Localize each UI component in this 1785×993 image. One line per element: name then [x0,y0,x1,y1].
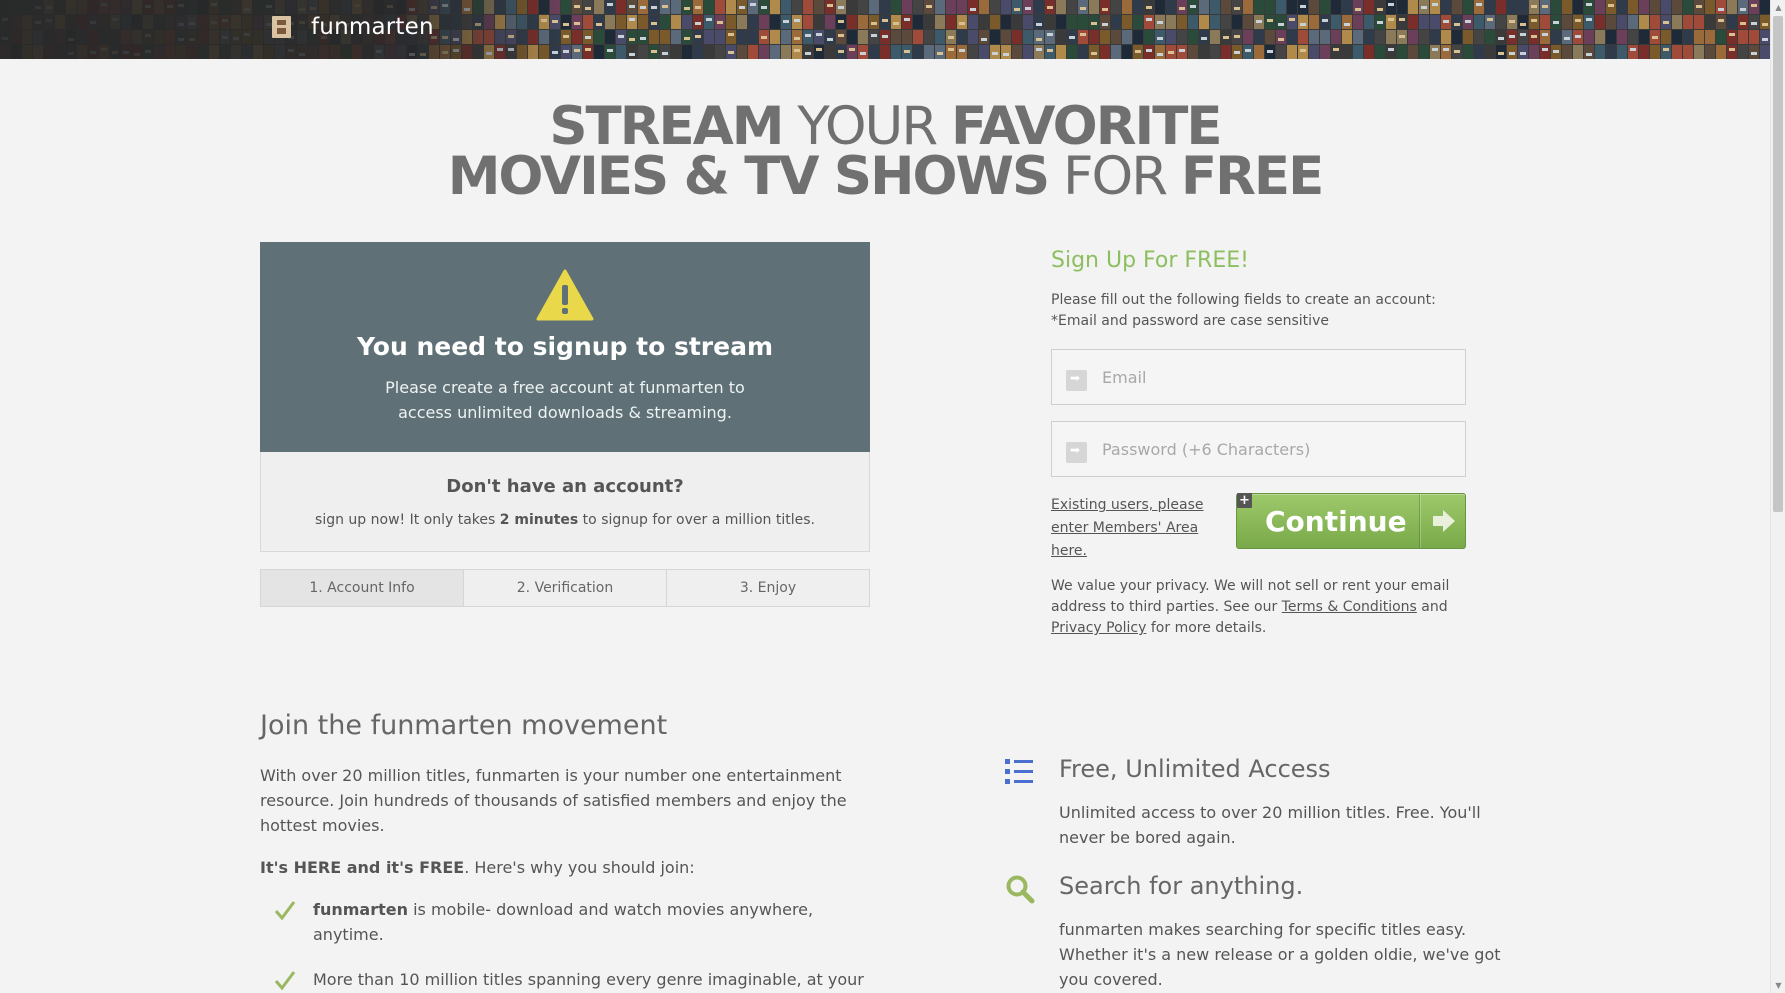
hero-line-1: STREAM YOUR FAVORITE [0,100,1770,153]
feature-desc: Unlimited access to over 20 million titl… [1059,803,1481,847]
site-header: funmarten [0,0,1770,59]
list-item-text: More than 10 million titles spanning eve… [313,970,864,989]
no-account-heading: Don't have an account? [446,476,684,497]
password-input[interactable] [1102,422,1462,476]
arrow-right-icon [1066,442,1087,463]
page-scrollbar[interactable]: ▲ ▼ [1770,0,1785,993]
list-item: funmarten is mobile- download and watch … [260,897,880,947]
warning-icon [536,269,594,321]
step-account-info: 1. Account Info [261,570,464,606]
scroll-down-arrow-icon[interactable]: ▼ [1771,978,1785,993]
scroll-up-arrow-icon[interactable]: ▲ [1771,0,1785,15]
feature-title: Free, Unlimited Access [1059,755,1331,783]
features-list: Free, Unlimited Access Unlimited access … [1005,755,1525,992]
hero-headline: STREAM YOUR FAVORITE MOVIES & TV SHOWS F… [0,100,1770,203]
signup-steps: 1. Account Info 2. Verification 3. Enjoy [260,569,870,607]
signup-title: Sign Up For FREE! [1051,248,1249,273]
site-logo[interactable]: funmarten [272,14,434,40]
email-field-box [1051,349,1466,405]
step-enjoy: 3. Enjoy [739,580,797,596]
signup-now-pre: sign up now! It only takes [315,512,500,528]
why-join-rest: . Here's why you should join: [464,858,695,877]
step-verification: 2. Verification [464,570,667,606]
privacy-note: We value your privacy. We will not sell … [1051,576,1466,639]
arrow-right-icon [1066,370,1087,391]
hero-line-2: MOVIES & TV SHOWS FOR FREE [0,150,1770,203]
privacy-and: and [1416,599,1448,615]
checkmark-icon [274,971,296,991]
password-field-box [1051,421,1466,477]
scrollbar-thumb[interactable] [1773,16,1783,512]
feature-title: Search for anything. [1059,872,1304,900]
why-join-bold: It's HERE and it's FREE [260,858,465,877]
hero-word-movies: MOVIES & TV SHOWS [447,146,1050,207]
arrow-right-icon [1419,494,1465,548]
film-reel-icon [272,16,291,38]
signup-now-bold: 2 minutes [499,512,579,528]
hero-word-free: FREE [1180,146,1324,207]
signup-now-post: to signup for over a million titles. [578,512,815,528]
join-section: Join the funmarten movement With over 20… [260,710,880,993]
privacy-policy-link[interactable]: Privacy Policy [1051,620,1146,636]
logo-text: funmarten [311,14,434,40]
search-icon [1006,875,1035,904]
signup-info-line-2: *Email and password are case sensitive [1051,313,1329,329]
list-item: More than 10 million titles spanning eve… [260,967,880,993]
stream-notice-desc: Please create a free account at funmarte… [385,378,745,422]
plus-icon: + [1237,493,1252,508]
signup-now-text: sign up now! It only takes 2 minutes to … [261,512,869,528]
signup-form: Sign Up For FREE! Please fill out the fo… [1051,248,1471,639]
signup-info-line-1: Please fill out the following fields to … [1051,292,1436,308]
stream-notice: You need to signup to stream Please crea… [260,242,870,452]
hero-word-for: FOR [1048,146,1181,207]
list-icon [1005,759,1033,784]
signup-actions: Existing users, please enter Members' Ar… [1051,493,1471,559]
members-area-link[interactable]: Existing users, please enter Members' Ar… [1051,494,1231,563]
terms-link[interactable]: Terms & Conditions [1282,599,1417,615]
feature-unlimited-access: Free, Unlimited Access Unlimited access … [1005,755,1525,850]
join-desc: With over 20 million titles, funmarten i… [260,766,847,835]
join-title: Join the funmarten movement [260,710,668,741]
list-item-bold: funmarten [313,900,408,919]
email-input[interactable] [1102,350,1462,404]
feature-search: Search for anything. funmarten makes sea… [1005,872,1525,992]
continue-label: Continue [1265,504,1407,538]
stream-notice-title: You need to signup to stream [356,332,774,361]
why-join: It's HERE and it's FREE. Here's why you … [260,858,880,877]
feature-desc: funmarten makes searching for specific t… [1059,920,1501,989]
signup-info: Please fill out the following fields to … [1051,290,1471,332]
privacy-tail: for more details. [1146,620,1267,636]
checkmark-icon [274,901,296,921]
signup-required-card: You need to signup to stream Please crea… [260,242,870,552]
no-account-box: Don't have an account? sign up now! It o… [260,452,870,552]
continue-button[interactable]: Continue [1236,493,1466,549]
